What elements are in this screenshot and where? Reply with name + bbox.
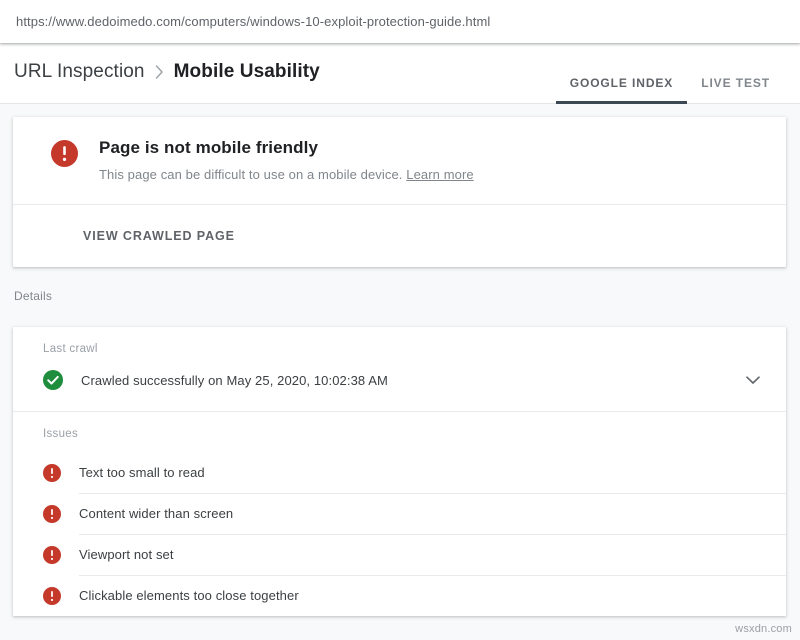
error-icon — [43, 464, 61, 482]
page-header: URL Inspection Mobile Usability GOOGLE I… — [0, 43, 800, 104]
last-crawl-row[interactable]: Crawled successfully on May 25, 2020, 10… — [13, 367, 786, 393]
issue-row[interactable]: Text too small to read — [13, 452, 786, 493]
status-title: Page is not mobile friendly — [99, 138, 474, 158]
tab-google-index[interactable]: GOOGLE INDEX — [556, 43, 687, 103]
last-crawl-label: Last crawl — [13, 343, 786, 367]
issue-text: Text too small to read — [79, 465, 205, 480]
error-icon — [51, 140, 78, 167]
issue-row[interactable]: Viewport not set — [13, 534, 786, 575]
main-content: Page is not mobile friendly This page ca… — [0, 117, 800, 616]
breadcrumb-item-url-inspection[interactable]: URL Inspection — [14, 61, 145, 83]
chevron-right-icon — [155, 65, 164, 79]
success-icon — [43, 370, 63, 390]
details-section-label: Details — [0, 267, 800, 314]
tab-live-test[interactable]: LIVE TEST — [687, 43, 784, 103]
page-title: Mobile Usability — [174, 61, 320, 83]
issue-row[interactable]: Clickable elements too close together — [13, 575, 786, 616]
status-subtitle-text: This page can be difficult to use on a m… — [99, 167, 403, 182]
status-alert: Page is not mobile friendly This page ca… — [13, 117, 786, 204]
learn-more-link[interactable]: Learn more — [406, 167, 473, 182]
issues-label: Issues — [13, 428, 786, 452]
issue-text: Viewport not set — [79, 547, 174, 562]
error-icon — [43, 587, 61, 605]
issues-block: Issues Text too small to read — [13, 412, 786, 616]
issue-row[interactable]: Content wider than screen — [13, 493, 786, 534]
details-card: Last crawl Crawled successfully on May 2… — [13, 327, 786, 616]
last-crawl-text: Crawled successfully on May 25, 2020, 10… — [81, 373, 742, 388]
issue-text: Content wider than screen — [79, 506, 233, 521]
view-crawled-page-button[interactable]: VIEW CRAWLED PAGE — [83, 229, 235, 243]
error-icon — [43, 546, 61, 564]
status-card: Page is not mobile friendly This page ca… — [13, 117, 786, 267]
watermark: wsxdn.com — [735, 623, 792, 635]
error-icon — [43, 505, 61, 523]
url-text: https://www.dedoimedo.com/computers/wind… — [16, 14, 490, 29]
status-subtitle: This page can be difficult to use on a m… — [99, 167, 474, 182]
issue-text: Clickable elements too close together — [79, 588, 299, 603]
status-alert-text: Page is not mobile friendly This page ca… — [99, 137, 474, 182]
last-crawl-block: Last crawl Crawled successfully on May 2… — [13, 327, 786, 411]
breadcrumb: URL Inspection Mobile Usability — [14, 61, 320, 85]
header-tabs: GOOGLE INDEX LIVE TEST — [556, 43, 784, 103]
status-card-actions: VIEW CRAWLED PAGE — [13, 205, 786, 267]
browser-url-bar[interactable]: https://www.dedoimedo.com/computers/wind… — [0, 0, 800, 43]
chevron-down-icon[interactable] — [742, 372, 764, 389]
